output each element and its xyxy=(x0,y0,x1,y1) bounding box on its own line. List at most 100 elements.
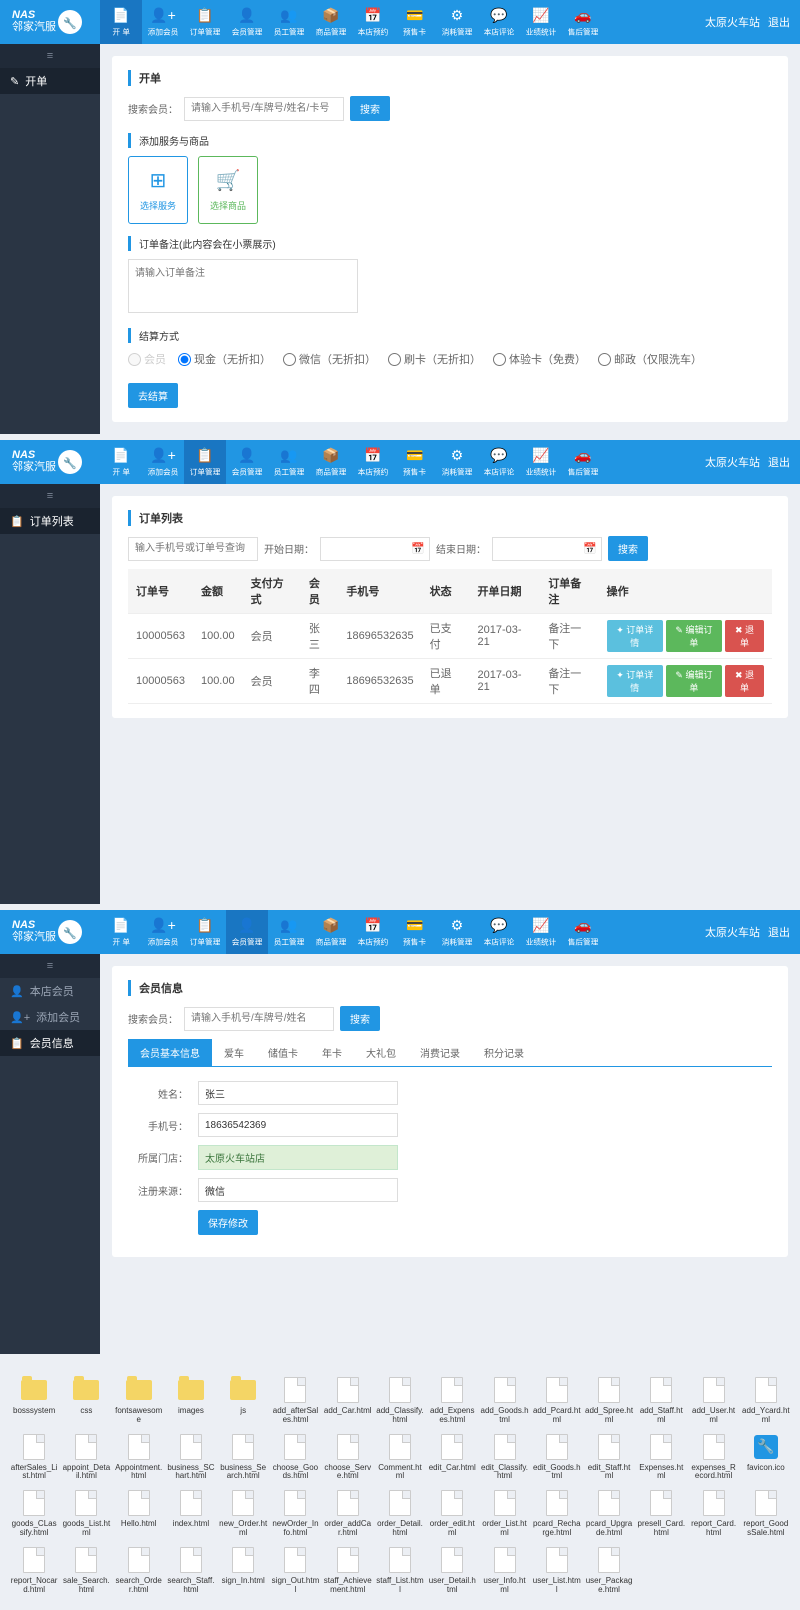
nav-item[interactable]: 🚗售后管理 xyxy=(562,0,604,44)
detail-button[interactable]: ✦ 订单详情 xyxy=(607,620,663,652)
logout-link[interactable]: 退出 xyxy=(768,454,790,470)
nav-item[interactable]: 👤会员管理 xyxy=(226,0,268,44)
station-link[interactable]: 太原火车站 xyxy=(705,924,760,940)
nav-item[interactable]: 📄开 单 xyxy=(100,910,142,954)
nav-item[interactable]: 💳预售卡 xyxy=(394,0,436,44)
nav-item[interactable]: 👥员工管理 xyxy=(268,440,310,484)
file-item[interactable]: staff_List.html xyxy=(376,1546,424,1595)
sidebar-item[interactable]: ✎开单 xyxy=(0,68,100,94)
sidebar-toggle[interactable]: ≡ xyxy=(0,484,100,508)
radio-input[interactable] xyxy=(128,353,141,366)
sidebar-item[interactable]: 👤+添加会员 xyxy=(0,1004,100,1030)
tab[interactable]: 消费记录 xyxy=(408,1039,472,1066)
nav-item[interactable]: 👤会员管理 xyxy=(226,910,268,954)
file-item[interactable]: user_Info.html xyxy=(480,1546,528,1595)
file-item[interactable]: add_Spree.html xyxy=(585,1376,633,1425)
file-item[interactable]: edit_Staff.html xyxy=(585,1433,633,1482)
file-item[interactable]: add_afterSales.html xyxy=(271,1376,319,1425)
sidebar-toggle[interactable]: ≡ xyxy=(0,44,100,68)
file-item[interactable]: add_Expenses.html xyxy=(428,1376,476,1425)
file-item[interactable]: pcard_Recharge.html xyxy=(533,1489,581,1538)
file-item[interactable]: 🔧favicon.ico xyxy=(742,1433,790,1482)
file-item[interactable]: afterSales_List.html xyxy=(10,1433,58,1482)
file-item[interactable]: business_SChart.html xyxy=(167,1433,215,1482)
file-item[interactable]: edit_Goods.html xyxy=(533,1433,581,1482)
nav-item[interactable]: 💳预售卡 xyxy=(394,910,436,954)
nav-item[interactable]: 📄开 单 xyxy=(100,440,142,484)
file-item[interactable]: bosssystem xyxy=(10,1376,58,1425)
tab[interactable]: 爱车 xyxy=(212,1039,256,1066)
file-item[interactable]: choose_Goods.html xyxy=(271,1433,319,1482)
edit-button[interactable]: ✎ 编辑订单 xyxy=(666,620,722,652)
file-item[interactable]: user_Package.html xyxy=(585,1546,633,1595)
save-button[interactable]: 保存修改 xyxy=(198,1210,258,1235)
file-item[interactable]: staff_Achievement.html xyxy=(324,1546,372,1595)
tab[interactable]: 积分记录 xyxy=(472,1039,536,1066)
payment-option[interactable]: 微信（无折扣） xyxy=(283,351,376,367)
nav-item[interactable]: 📋订单管理 xyxy=(184,910,226,954)
payment-option[interactable]: 会员 xyxy=(128,351,166,367)
file-item[interactable]: css xyxy=(62,1376,110,1425)
file-item[interactable]: sign_In.html xyxy=(219,1546,267,1595)
station-link[interactable]: 太原火车站 xyxy=(705,14,760,30)
payment-option[interactable]: 体验卡（免费） xyxy=(493,351,586,367)
nav-item[interactable]: 👥员工管理 xyxy=(268,910,310,954)
settle-button[interactable]: 去结算 xyxy=(128,383,178,408)
order-search-input[interactable] xyxy=(128,537,258,561)
payment-option[interactable]: 现金（无折扣） xyxy=(178,351,271,367)
search-button[interactable]: 搜索 xyxy=(608,536,648,561)
select-service-card[interactable]: ⊞ 选择服务 xyxy=(128,156,188,224)
nav-item[interactable]: 💳预售卡 xyxy=(394,440,436,484)
nav-item[interactable]: 👤+添加会员 xyxy=(142,0,184,44)
nav-item[interactable]: ⚙消耗管理 xyxy=(436,910,478,954)
file-item[interactable]: search_Staff.html xyxy=(167,1546,215,1595)
file-item[interactable]: Expenses.html xyxy=(637,1433,685,1482)
nav-item[interactable]: 🚗售后管理 xyxy=(562,440,604,484)
file-item[interactable]: Appointment.html xyxy=(115,1433,163,1482)
nav-item[interactable]: 📦商品管理 xyxy=(310,910,352,954)
name-input[interactable] xyxy=(198,1081,398,1105)
radio-input[interactable] xyxy=(178,353,191,366)
nav-item[interactable]: 🚗售后管理 xyxy=(562,910,604,954)
nav-item[interactable]: 👤会员管理 xyxy=(226,440,268,484)
nav-item[interactable]: 📈业绩统计 xyxy=(520,440,562,484)
payment-option[interactable]: 邮政（仅限洗车） xyxy=(598,351,702,367)
nav-item[interactable]: ⚙消耗管理 xyxy=(436,0,478,44)
refund-button[interactable]: ✖ 退单 xyxy=(725,665,764,697)
file-item[interactable]: edit_Car.html xyxy=(428,1433,476,1482)
nav-item[interactable]: 👤+添加会员 xyxy=(142,440,184,484)
file-item[interactable]: order_Detail.html xyxy=(376,1489,424,1538)
file-item[interactable]: pcard_Upgrade.html xyxy=(585,1489,633,1538)
nav-item[interactable]: 📈业绩统计 xyxy=(520,0,562,44)
file-item[interactable]: Comment.html xyxy=(376,1433,424,1482)
file-item[interactable]: js xyxy=(219,1376,267,1425)
file-item[interactable]: appoint_Detail.html xyxy=(62,1433,110,1482)
nav-item[interactable]: 💬本店评论 xyxy=(478,0,520,44)
member-search-input[interactable] xyxy=(184,1007,334,1031)
tab[interactable]: 年卡 xyxy=(310,1039,354,1066)
file-item[interactable]: user_Detail.html xyxy=(428,1546,476,1595)
radio-input[interactable] xyxy=(598,353,611,366)
radio-input[interactable] xyxy=(283,353,296,366)
nav-item[interactable]: 💬本店评论 xyxy=(478,910,520,954)
file-item[interactable]: expenses_Record.html xyxy=(689,1433,737,1482)
station-link[interactable]: 太原火车站 xyxy=(705,454,760,470)
file-item[interactable]: choose_Serve.html xyxy=(324,1433,372,1482)
file-item[interactable]: goods_CLassify.html xyxy=(10,1489,58,1538)
nav-item[interactable]: 📋订单管理 xyxy=(184,440,226,484)
select-goods-card[interactable]: 🛒 选择商品 xyxy=(198,156,258,224)
nav-item[interactable]: 📄开 单 xyxy=(100,0,142,44)
file-item[interactable]: report_Card.html xyxy=(689,1489,737,1538)
file-item[interactable]: search_Order.html xyxy=(115,1546,163,1595)
file-item[interactable]: fontsawesome xyxy=(115,1376,163,1425)
payment-option[interactable]: 刷卡（无折扣） xyxy=(388,351,481,367)
file-item[interactable]: goods_List.html xyxy=(62,1489,110,1538)
remark-textarea[interactable] xyxy=(128,259,358,313)
file-item[interactable]: user_List.html xyxy=(533,1546,581,1595)
sidebar-item[interactable]: 📋订单列表 xyxy=(0,508,100,534)
file-item[interactable]: index.html xyxy=(167,1489,215,1538)
detail-button[interactable]: ✦ 订单详情 xyxy=(607,665,663,697)
nav-item[interactable]: 📅本店预约 xyxy=(352,440,394,484)
file-item[interactable]: add_Goods.html xyxy=(480,1376,528,1425)
sidebar-toggle[interactable]: ≡ xyxy=(0,954,100,978)
